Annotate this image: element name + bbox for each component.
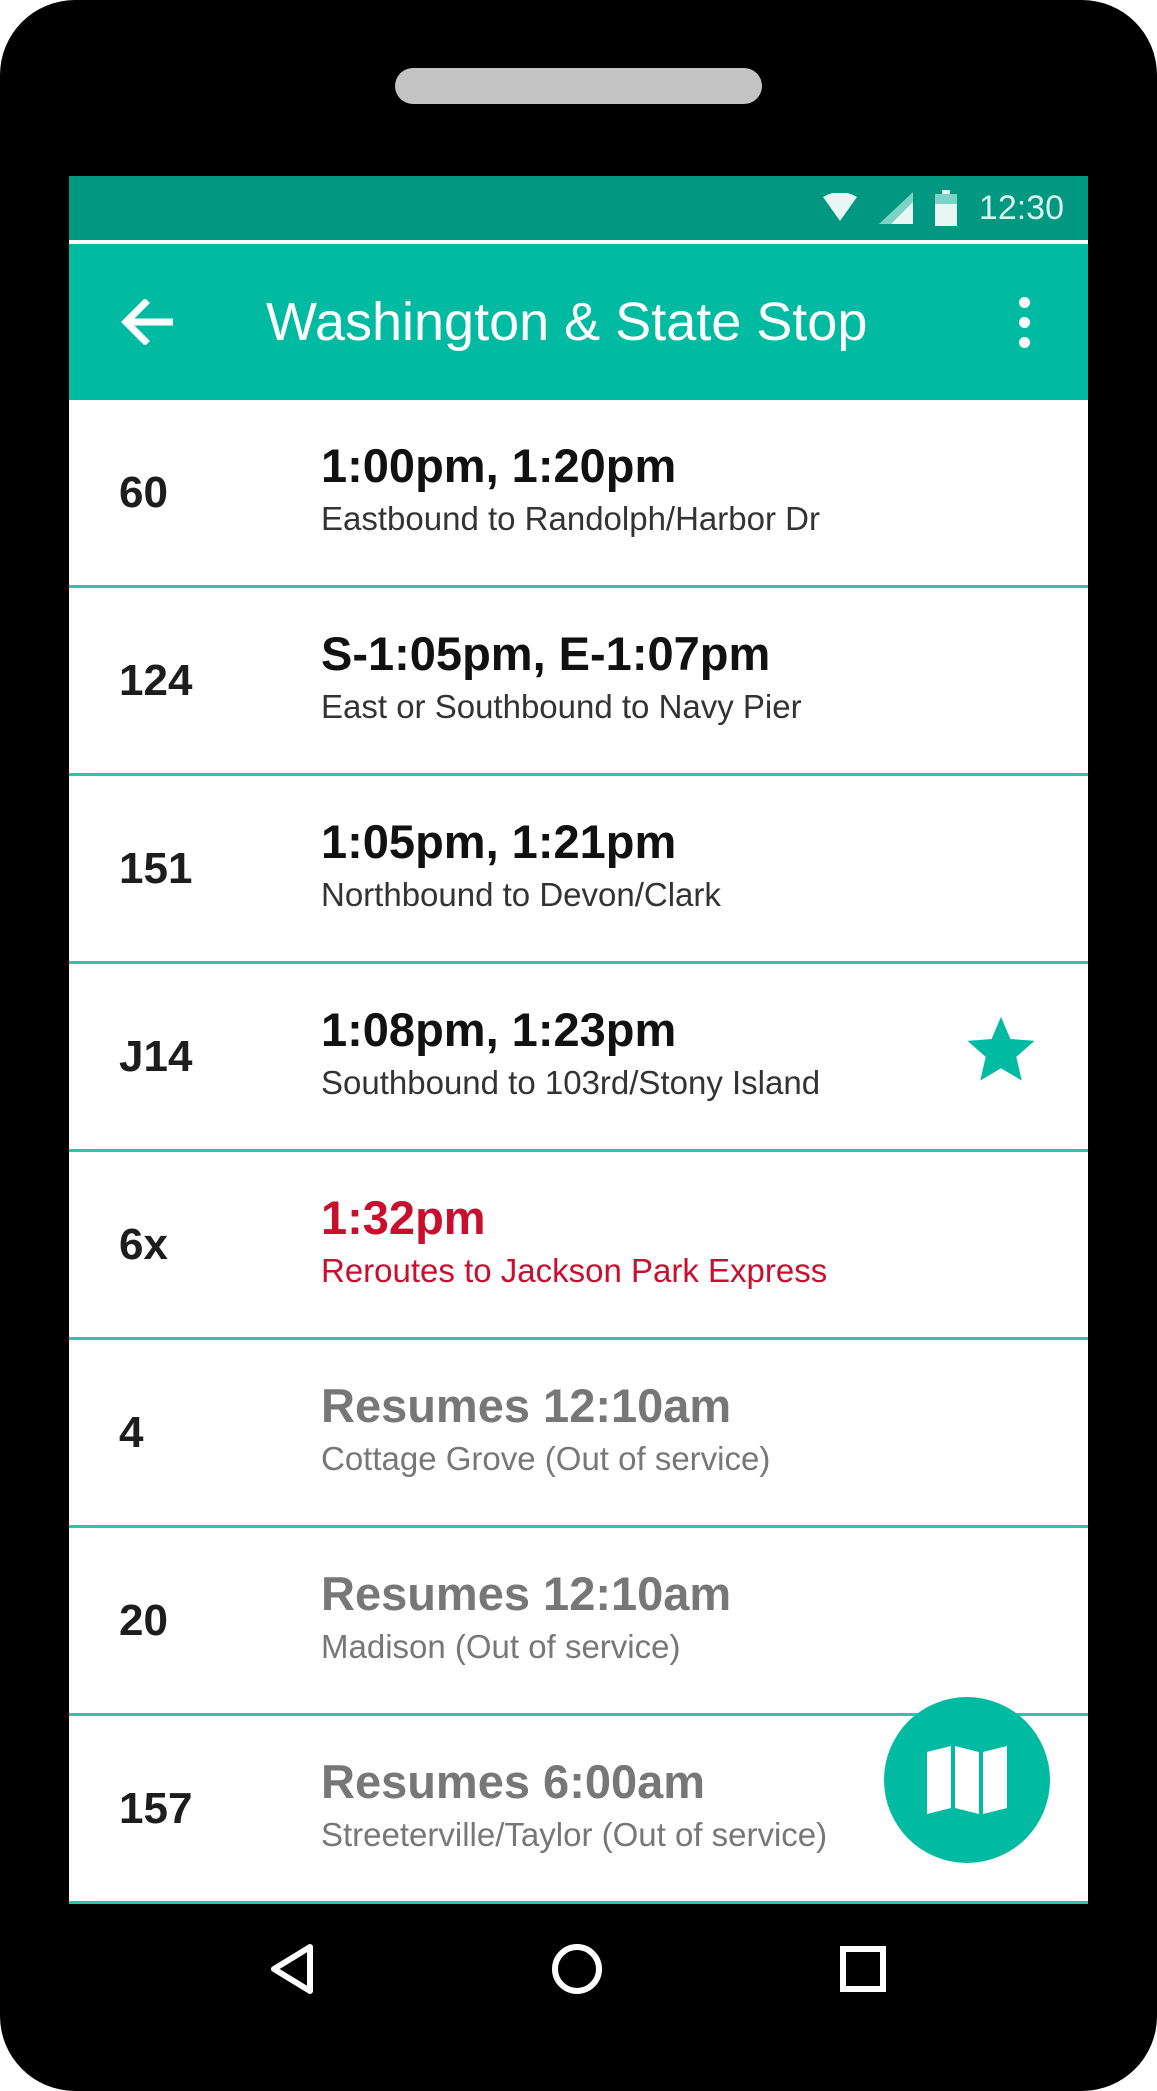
status-bar: 12:30 <box>69 176 1088 240</box>
route-destination: Northbound to Devon/Clark <box>321 876 721 913</box>
status-time: 12:30 <box>978 188 1064 227</box>
recents-square-icon <box>840 1946 886 1992</box>
app-bar: Washington & State Stop <box>69 244 1088 400</box>
route-number: 20 <box>119 1595 168 1645</box>
battery-icon <box>934 190 957 226</box>
arrival-times: 1:05pm, 1:21pm <box>321 815 677 868</box>
page-title: Washington & State Stop <box>266 292 868 352</box>
route-number: J14 <box>119 1031 193 1081</box>
route-destination: Eastbound to Randolph/Harbor Dr <box>321 500 820 537</box>
arrival-row-4[interactable]: 4 Resumes 12:10am Cottage Grove (Out of … <box>69 1340 1088 1528</box>
arrival-times: 1:00pm, 1:20pm <box>321 439 677 492</box>
app-screen: 12:30 Washington & State Stop 60 1:00pm,… <box>69 176 1088 1904</box>
arrival-row-60[interactable]: 60 1:00pm, 1:20pm Eastbound to Randolph/… <box>69 400 1088 588</box>
nav-home-button[interactable] <box>532 1924 622 2014</box>
arrival-row-6x[interactable]: 6x 1:32pm Reroutes to Jackson Park Expre… <box>69 1152 1088 1340</box>
route-destination: Cottage Grove (Out of service) <box>321 1440 771 1477</box>
home-circle-icon <box>552 1944 602 1994</box>
nav-back-button[interactable] <box>248 1924 338 2014</box>
map-icon <box>927 1746 1007 1814</box>
reroute-notice: Reroutes to Jackson Park Express <box>321 1252 828 1289</box>
route-destination: Streeterville/Taylor (Out of service) <box>321 1816 828 1853</box>
wifi-icon <box>822 193 857 221</box>
route-number: 4 <box>119 1407 144 1457</box>
arrival-row-151[interactable]: 151 1:05pm, 1:21pm Northbound to Devon/C… <box>69 776 1088 964</box>
route-number: 60 <box>119 467 168 517</box>
arrival-times: 1:08pm, 1:23pm <box>321 1003 677 1056</box>
nav-recents-button[interactable] <box>818 1924 908 2014</box>
route-number: 6x <box>119 1219 168 1269</box>
route-destination: Southbound to 103rd/Stony Island <box>321 1064 821 1101</box>
star-icon[interactable] <box>962 1012 1040 1090</box>
android-nav-bar <box>0 1904 1157 2044</box>
route-number: 151 <box>119 843 193 893</box>
arrival-row-124[interactable]: 124 S-1:05pm, E-1:07pm East or Southboun… <box>69 588 1088 776</box>
more-vert-icon <box>1018 296 1030 308</box>
resume-time: Resumes 6:00am <box>321 1755 706 1808</box>
overflow-menu-button[interactable] <box>1004 284 1044 360</box>
resume-time: Resumes 12:10am <box>321 1379 732 1432</box>
arrival-row-20[interactable]: 20 Resumes 12:10am Madison (Out of servi… <box>69 1528 1088 1716</box>
phone-frame: 12:30 Washington & State Stop 60 1:00pm,… <box>0 0 1157 2091</box>
route-number: 124 <box>119 655 193 705</box>
route-number: 157 <box>119 1783 193 1833</box>
arrival-row-J14[interactable]: J14 1:08pm, 1:23pm Southbound to 103rd/S… <box>69 964 1088 1152</box>
arrival-times: 1:32pm <box>321 1191 486 1244</box>
arrivals-list: 60 1:00pm, 1:20pm Eastbound to Randolph/… <box>69 400 1088 1904</box>
phone-speaker <box>395 68 762 104</box>
resume-time: Resumes 12:10am <box>321 1567 732 1620</box>
signal-icon <box>878 192 913 224</box>
arrival-times: S-1:05pm, E-1:07pm <box>321 627 771 680</box>
route-destination: Madison (Out of service) <box>321 1628 681 1665</box>
arrow-left-icon <box>121 299 173 345</box>
back-button[interactable] <box>113 288 181 356</box>
map-fab-button[interactable] <box>884 1697 1050 1863</box>
back-triangle-icon <box>271 1944 313 1994</box>
route-destination: East or Southbound to Navy Pier <box>321 688 802 725</box>
